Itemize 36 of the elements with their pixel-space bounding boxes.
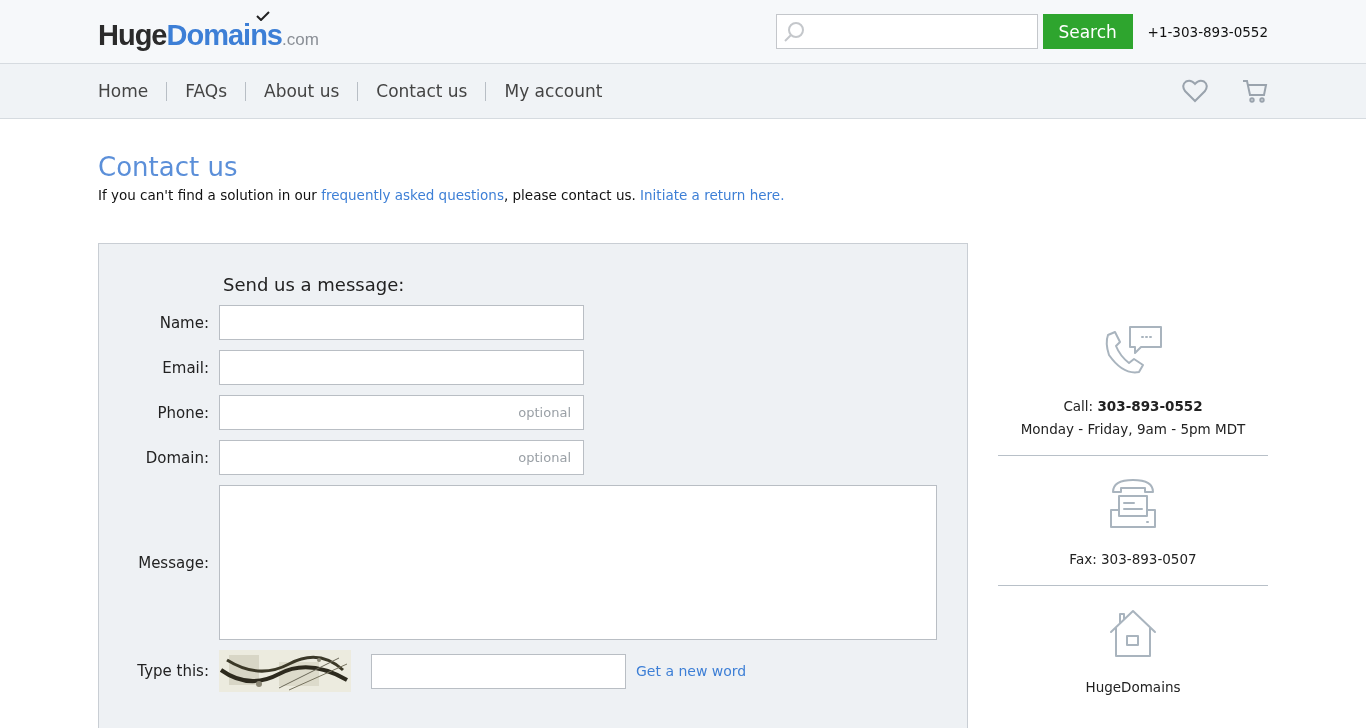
- page-title: Contact us: [98, 152, 239, 182]
- field-label: Type this:: [136, 662, 209, 680]
- nav-link[interactable]: My account: [485, 81, 621, 101]
- new-word-link[interactable]: Get a new word: [636, 663, 747, 679]
- cart-icon[interactable]: [1242, 79, 1268, 103]
- input-field[interactable]: optional: [219, 440, 584, 475]
- faq-link[interactable]: frequently asked questions: [321, 187, 504, 203]
- check-icon: [256, 11, 270, 21]
- contact-text: Monday - Friday, 9am - 5pm MDT: [1020, 421, 1246, 437]
- input-field[interactable]: [219, 350, 584, 385]
- fax-icon: [1107, 478, 1159, 530]
- field-label: Phone:: [156, 403, 209, 422]
- input-field[interactable]: [219, 305, 584, 340]
- field-label: Domain:: [144, 448, 209, 467]
- field-label: Name:: [158, 313, 209, 332]
- field-label: Message:: [137, 553, 209, 572]
- phone-number: +1-303-893-0552: [1147, 23, 1268, 40]
- field-label: Email:: [161, 358, 209, 377]
- return-link[interactable]: Initiate a return here.: [640, 187, 785, 203]
- captcha-field[interactable]: [371, 653, 626, 689]
- logo[interactable]: HugeDomains.com: [98, 11, 319, 52]
- message-field[interactable]: [219, 485, 937, 640]
- contact-text: Fax: 303-893-0507: [1069, 551, 1197, 567]
- form-heading: Send us a message:: [223, 274, 406, 295]
- intro-text: If you can't find a solution in our frequently asked questions, please contact us. Initiate a return here.: [98, 187, 786, 203]
- search-icon: [782, 20, 805, 43]
- nav-link[interactable]: FAQs: [166, 81, 245, 101]
- nav-link[interactable]: About us: [245, 81, 358, 101]
- heart-icon[interactable]: [1182, 79, 1208, 103]
- house-icon: [1107, 608, 1159, 658]
- search-field[interactable]: [775, 14, 1038, 49]
- contact-text: Call: 303-893-0552: [1063, 398, 1203, 414]
- input-field[interactable]: optional: [219, 395, 584, 430]
- nav-link[interactable]: Contact us: [357, 81, 486, 101]
- contact-text: HugeDomains: [1085, 679, 1181, 695]
- nav-link[interactable]: Home: [98, 81, 167, 101]
